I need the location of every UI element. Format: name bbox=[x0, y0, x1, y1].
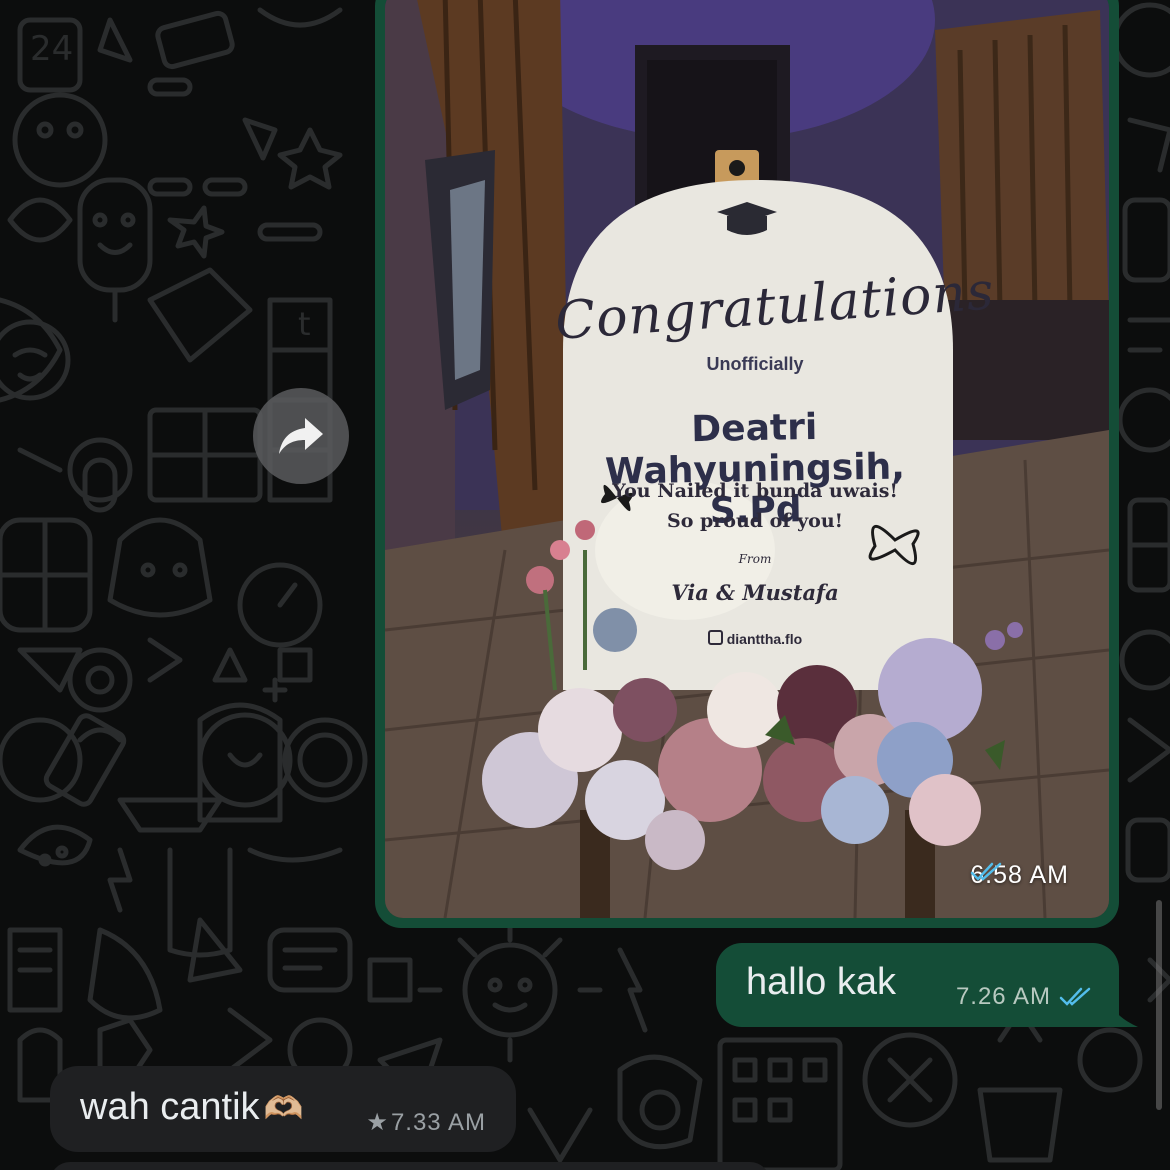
sign-from-label: From bbox=[738, 552, 772, 566]
bubble-tail bbox=[1098, 1006, 1138, 1027]
heart-hands-emoji: 🫶🏼 bbox=[263, 1089, 304, 1126]
outgoing-message-time: 7.26 AM bbox=[955, 983, 1051, 1010]
instagram-icon bbox=[707, 630, 723, 645]
outgoing-message-text: hallo kak bbox=[746, 961, 896, 1003]
sign-instagram-text: dianttha.flo bbox=[726, 631, 803, 647]
sign-from-names: Via & Mustafa bbox=[671, 580, 839, 605]
sign-message-line1: You Nailed it bunda uwais! bbox=[612, 480, 898, 502]
chat-area[interactable]: 24 t Congratulations Unofficially Deatri… bbox=[0, 0, 1170, 1170]
sign-message-line2: So proud of you! bbox=[666, 510, 844, 532]
scrollbar[interactable] bbox=[1156, 900, 1162, 1110]
sign-instagram-handle: dianttha.flo bbox=[555, 630, 955, 647]
image-message-meta: 6.58 AM bbox=[970, 861, 1069, 890]
double-check-icon bbox=[1059, 987, 1091, 1006]
star-icon: ★ bbox=[366, 1109, 389, 1136]
forward-arrow-icon bbox=[279, 418, 323, 454]
incoming-message-text-wrap: wah cantik 🫶🏼 bbox=[80, 1086, 303, 1129]
incoming-message-bubble[interactable]: wah cantik 🫶🏼 ★ 7.33 AM bbox=[50, 1066, 516, 1152]
incoming-message-bubble-partial[interactable] bbox=[50, 1162, 770, 1170]
svg-text:24: 24 bbox=[30, 29, 73, 69]
outgoing-message-bubble[interactable]: hallo kak 7.26 AM bbox=[716, 943, 1119, 1027]
svg-text:t: t bbox=[298, 305, 311, 343]
outgoing-message-meta: 7.26 AM bbox=[956, 983, 1093, 1011]
incoming-message-meta: ★ 7.33 AM bbox=[366, 1108, 486, 1137]
sign-subtitle: Unofficially bbox=[706, 354, 804, 374]
double-check-icon bbox=[971, 862, 1002, 881]
incoming-message-time: 7.33 AM bbox=[390, 1108, 486, 1136]
image-message-bubble[interactable]: Congratulations Unofficially Deatri Wahy… bbox=[375, 0, 1119, 928]
forward-button[interactable] bbox=[253, 388, 349, 484]
incoming-message-text: wah cantik bbox=[80, 1086, 260, 1128]
message-photo[interactable]: Congratulations Unofficially Deatri Wahy… bbox=[385, 0, 1109, 918]
